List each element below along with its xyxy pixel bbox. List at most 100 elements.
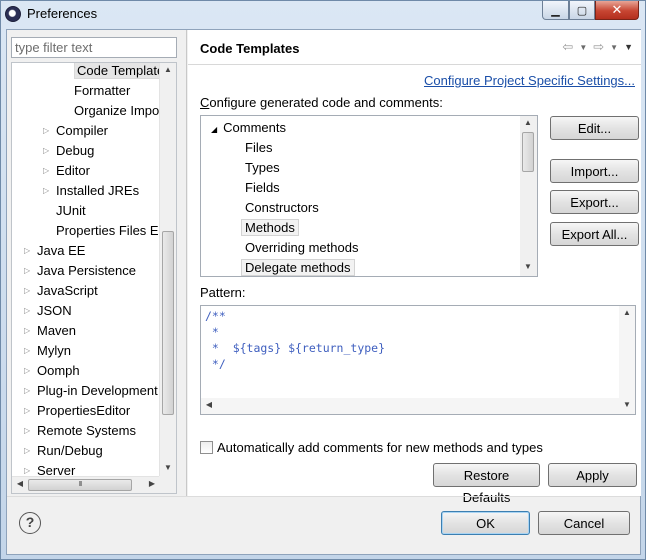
expand-arrow-icon[interactable]: ▷ (24, 361, 34, 381)
expand-arrow-icon[interactable]: ▷ (24, 421, 34, 441)
pattern-horizontal-scrollbar[interactable]: ◀ (201, 398, 619, 414)
auto-comments-checkbox[interactable] (200, 441, 213, 454)
pattern-line: * (205, 325, 219, 339)
tree-item[interactable]: JUnit (56, 201, 86, 221)
tree-item[interactable]: ▷ Run/Debug (24, 441, 103, 461)
scroll-down-icon[interactable]: ▼ (619, 400, 635, 409)
configure-project-settings-link[interactable]: Configure Project Specific Settings... (424, 73, 635, 88)
expand-arrow-icon[interactable]: ▷ (24, 381, 34, 401)
expand-arrow-icon[interactable]: ▷ (43, 121, 53, 141)
forward-icon[interactable]: ⇨ (593, 39, 604, 55)
tree-vscroll-thumb[interactable] (162, 231, 174, 415)
expand-arrow-icon[interactable]: ▷ (43, 181, 53, 201)
edit-button[interactable]: Edit... (550, 116, 639, 140)
template-item[interactable]: Methods (241, 218, 299, 238)
export-all-button[interactable]: Export All... (550, 222, 639, 246)
preference-tree[interactable]: ▷ Server ▷ Run/Debug ▷ Remote Systems ▷ Propert… (11, 62, 177, 494)
tree-item-label: Maven (37, 323, 77, 338)
scroll-down-icon[interactable]: ▼ (520, 262, 536, 271)
title-separator (188, 64, 641, 65)
templates-scrollbar[interactable]: ▲ ▼ (520, 116, 537, 276)
eclipse-icon (5, 6, 21, 22)
preferences-window: Preferences ▁ ▢ ✕ ▷Server▷Run/Debug▷Remo… (0, 0, 646, 560)
expand-arrow-icon[interactable]: ▷ (24, 261, 34, 281)
expand-arrow-icon[interactable]: ▷ (24, 281, 34, 301)
expand-arrow-icon[interactable]: ▷ (24, 321, 34, 341)
template-item[interactable]: Fields (245, 178, 280, 198)
tree-item[interactable]: ▷ PropertiesEditor (24, 401, 130, 421)
view-menu-icon[interactable]: ▼ (624, 42, 633, 52)
tree-item[interactable]: ▷ Mylyn (24, 341, 71, 361)
import-label: Import... (570, 164, 619, 179)
restore-defaults-button[interactable]: Restore Defaults (433, 463, 540, 505)
scroll-left-icon[interactable]: ◀ (12, 479, 28, 488)
template-item[interactable]: Overriding methods (245, 238, 358, 258)
tree-item[interactable]: ▷ Installed JREs (43, 181, 139, 201)
close-button[interactable]: ✕ (595, 1, 639, 20)
export-button[interactable]: Export... (550, 190, 639, 214)
template-item[interactable]: Files (245, 138, 272, 158)
template-item[interactable]: Types (245, 158, 280, 178)
tree-item[interactable]: ▷ Maven (24, 321, 77, 341)
ok-button[interactable]: OK (441, 511, 530, 535)
pattern-vertical-scrollbar[interactable]: ▲ ▼ (619, 306, 635, 414)
tree-vertical-scrollbar[interactable]: ▲ ▼ (159, 63, 176, 477)
tree-item[interactable]: Code Template (74, 63, 168, 81)
help-icon[interactable]: ? (19, 512, 41, 534)
template-item-label: Methods (241, 219, 299, 236)
maximize-button[interactable]: ▢ (569, 1, 595, 20)
expand-arrow-icon[interactable]: ▷ (24, 341, 34, 361)
template-item[interactable]: Constructors (245, 198, 319, 218)
apply-button[interactable]: Apply (548, 463, 637, 487)
expand-arrow-icon[interactable]: ▷ (24, 301, 34, 321)
templates-scroll-thumb[interactable] (522, 132, 534, 172)
minimize-button[interactable]: ▁ (542, 1, 569, 20)
back-icon[interactable]: ⇦ (562, 39, 573, 55)
scroll-right-icon[interactable]: ▶ (144, 479, 160, 488)
export-label: Export... (570, 195, 619, 210)
tree-item[interactable]: ▷ Debug (43, 141, 94, 161)
scroll-up-icon[interactable]: ▲ (160, 65, 176, 74)
tree-item[interactable]: ▷ Plug-in Development (24, 381, 158, 401)
scroll-up-icon[interactable]: ▲ (619, 308, 635, 317)
tree-item[interactable]: ▷ Remote Systems (24, 421, 136, 441)
scroll-up-icon[interactable]: ▲ (520, 118, 536, 127)
tree-horizontal-scrollbar[interactable]: ◀ III ▶ (12, 476, 161, 493)
tree-item[interactable]: ▷ Java EE (24, 241, 85, 261)
forward-dropdown-icon[interactable]: ▼ (610, 43, 618, 52)
back-dropdown-icon[interactable]: ▼ (579, 43, 587, 52)
expand-arrow-icon[interactable]: ▷ (43, 141, 53, 161)
title-bar[interactable]: Preferences ▁ ▢ ✕ (1, 1, 645, 29)
template-item[interactable]: Delegate methods (241, 258, 355, 276)
pane-divider[interactable] (186, 30, 187, 496)
tree-item[interactable]: ▷ Oomph (24, 361, 80, 381)
tree-item-label: JavaScript (37, 283, 98, 298)
templates-tree[interactable]: ◢ Comments ▲ ▼ Files Types Fields Constructo… (200, 115, 538, 277)
tree-item[interactable]: ▷ Editor (43, 161, 90, 181)
tree-item[interactable]: Formatter (74, 81, 130, 101)
tree-item[interactable]: Organize Impo (74, 101, 159, 121)
minimize-icon: ▁ (551, 4, 560, 17)
expand-arrow-icon[interactable]: ▷ (24, 441, 34, 461)
expand-arrow-icon[interactable]: ▷ (43, 161, 53, 181)
expanded-arrow-icon[interactable]: ◢ (211, 125, 217, 134)
tree-item[interactable]: ▷ JavaScript (24, 281, 98, 301)
cancel-button[interactable]: Cancel (538, 511, 630, 535)
auto-comments-row[interactable]: Automatically add comments for new metho… (200, 440, 543, 455)
tree-hscroll-thumb[interactable]: III (28, 479, 132, 491)
expand-arrow-icon[interactable]: ▷ (24, 241, 34, 261)
template-item-label: Constructors (245, 200, 319, 215)
scroll-down-icon[interactable]: ▼ (160, 463, 176, 472)
tree-item[interactable]: ▷ Java Persistence (24, 261, 136, 281)
tree-item[interactable]: ▷ JSON (24, 301, 72, 321)
tree-item[interactable]: ▷ Compiler (43, 121, 108, 141)
import-button[interactable]: Import... (550, 159, 639, 183)
pattern-text[interactable]: /** * * ${tags} ${return_type} */ (205, 308, 385, 372)
pattern-editor[interactable]: /** * * ${tags} ${return_type} */ ▲ ▼ ◀ (200, 305, 636, 415)
tree-item[interactable]: Properties Files Ed (56, 221, 166, 241)
template-group-comments[interactable]: ◢ Comments (211, 118, 286, 138)
filter-input[interactable] (11, 37, 177, 58)
expand-arrow-icon[interactable]: ▷ (24, 401, 34, 421)
scroll-left-icon[interactable]: ◀ (201, 400, 217, 409)
tree-item-label: Properties Files Ed (56, 223, 166, 238)
